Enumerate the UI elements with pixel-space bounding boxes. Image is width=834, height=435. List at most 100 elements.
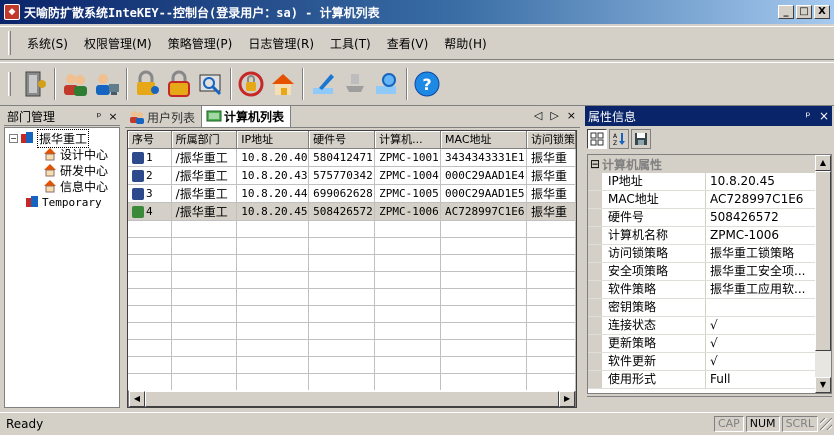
menu-permission[interactable]: 权限管理(M) — [76, 32, 160, 55]
svg-text:Z: Z — [613, 140, 617, 146]
empty-cell — [308, 237, 376, 255]
tree-node-temporary[interactable]: Temporary — [5, 194, 119, 210]
scroll-up-icon[interactable]: ▲ — [815, 155, 831, 171]
close-icon[interactable]: × — [106, 110, 120, 123]
empty-cell — [374, 237, 442, 255]
table-row[interactable]: 1/振华重工 10.8.20.40 580412471 ZPMC-1001 343434… — [128, 148, 577, 167]
col-header-no[interactable]: 序号 — [128, 131, 172, 149]
menu-system[interactable]: 系统(S) — [19, 32, 76, 55]
categorized-button[interactable] — [587, 129, 607, 149]
empty-row — [128, 373, 577, 391]
tree-node-design[interactable]: 设计中心 — [5, 146, 119, 162]
lock-key-button[interactable] — [131, 66, 163, 102]
prop-row[interactable]: 连接状态 √ — [588, 317, 831, 335]
title-bar: ◆ 天喻防扩散系统InteKEY--控制台(登录用户：sa) - 计算机列表 _… — [0, 0, 834, 24]
collapse-icon[interactable]: − — [9, 133, 18, 143]
computer-online-icon — [132, 205, 144, 218]
user-computer-button[interactable] — [91, 66, 123, 102]
cell-mac: AC728997C1E6 — [440, 202, 527, 221]
table-row[interactable]: 2/振华重工 10.8.20.43 575770342 ZPMC-1004 000C29… — [128, 166, 577, 185]
prop-row[interactable]: 计算机名称 ZPMC-1006 — [588, 227, 831, 245]
close-icon[interactable]: × — [816, 109, 832, 123]
home-icon — [43, 147, 57, 161]
prop-value: ZPMC-1006 — [710, 228, 780, 242]
menu-view[interactable]: 查看(V) — [379, 32, 437, 55]
cell-ip: 10.8.20.45 — [236, 202, 310, 221]
home-lock-button[interactable] — [267, 66, 299, 102]
maximize-button[interactable]: □ — [796, 5, 812, 19]
pen-edit-icon — [313, 74, 334, 94]
exit-button[interactable] — [19, 66, 51, 102]
prop-row[interactable]: MAC地址 AC728997C1E6 — [588, 191, 831, 209]
close-button[interactable]: X — [814, 5, 830, 19]
col-header-mac[interactable]: MAC地址 — [440, 131, 527, 149]
scroll-left-icon[interactable]: ◀ — [129, 391, 145, 407]
help-button[interactable]: ? — [411, 66, 443, 102]
grid-hscrollbar[interactable]: ◀ ▶ — [129, 390, 575, 407]
empty-cell — [128, 373, 172, 391]
prop-row[interactable]: 更新策略 √ — [588, 335, 831, 353]
menu-policy[interactable]: 策略管理(P) — [160, 32, 241, 55]
menu-grip[interactable] — [8, 31, 11, 55]
key-search-button[interactable] — [195, 66, 227, 102]
menu-help[interactable]: 帮助(H) — [436, 32, 494, 55]
categorized-icon — [590, 132, 604, 146]
col-header-ip[interactable]: IP地址 — [236, 131, 310, 149]
edit-policy-button[interactable] — [307, 66, 339, 102]
prop-row[interactable]: 密钥策略 — [588, 299, 831, 317]
minimize-button[interactable]: _ — [778, 5, 794, 19]
table-row[interactable]: 4/振华重工 10.8.20.45 508426572 ZPMC-1006 AC7289… — [128, 202, 577, 221]
col-header-pc[interactable]: 计算机... — [374, 131, 442, 149]
lock-button[interactable] — [163, 66, 195, 102]
cell-pc: ZPMC-1005 — [374, 184, 442, 203]
prop-row[interactable]: 硬件号 508426572 — [588, 209, 831, 227]
col-header-dept[interactable]: 所属部门 — [171, 131, 238, 149]
prop-row[interactable]: 软件策略 振华重工应用软... — [588, 281, 831, 299]
prop-row[interactable]: 安全项策略 振华重工安全项... — [588, 263, 831, 281]
users-button[interactable] — [59, 66, 91, 102]
tab-computer-list[interactable]: 计算机列表 — [201, 105, 292, 127]
prop-category[interactable]: ⊟ 计算机属性 — [588, 155, 831, 173]
empty-cell — [128, 237, 172, 255]
tab-user-list[interactable]: 用户列表 — [125, 107, 201, 127]
scroll-right-icon[interactable]: ▶ — [559, 391, 575, 407]
prop-value — [706, 299, 831, 316]
tab-prev-icon[interactable]: ◁ — [534, 109, 542, 122]
collapse-icon[interactable]: ⊟ — [588, 157, 602, 171]
scroll-down-icon[interactable]: ▼ — [815, 377, 831, 393]
props-vscrollbar[interactable]: ▲ ▼ — [815, 155, 831, 393]
lock-refresh-button[interactable] — [235, 66, 267, 102]
empty-cell — [236, 288, 310, 306]
prop-row[interactable]: 软件更新 √ — [588, 353, 831, 371]
tree-node-rnd[interactable]: 研发中心 — [5, 162, 119, 178]
col-header-lock[interactable]: 访问锁策 — [526, 131, 577, 149]
menu-log[interactable]: 日志管理(R) — [240, 32, 322, 55]
stamp-search-button[interactable] — [371, 66, 403, 102]
pin-icon[interactable]: ᵖ — [800, 109, 816, 123]
prop-gutter — [588, 263, 602, 280]
sort-az-button[interactable]: AZ — [609, 129, 629, 149]
empty-cell — [128, 356, 172, 374]
lock-refresh-icon — [238, 71, 264, 97]
stamp-button[interactable] — [339, 66, 371, 102]
empty-cell — [440, 254, 527, 272]
prop-row[interactable]: 访问锁策略 振华重工锁策略 — [588, 245, 831, 263]
toolbar-separator — [302, 68, 304, 100]
prop-row[interactable]: IP地址 10.8.20.45 — [588, 173, 831, 191]
tab-next-icon[interactable]: ▷ — [550, 109, 558, 122]
tree-node-info[interactable]: 信息中心 — [5, 178, 119, 194]
table-row[interactable]: 3/振华重工 10.8.20.44 699062628 ZPMC-1005 000C29… — [128, 184, 577, 203]
toolbar-grip[interactable] — [8, 72, 11, 96]
resize-grip[interactable] — [820, 418, 832, 430]
tab-close-icon[interactable]: × — [567, 109, 576, 122]
props-splitter[interactable] — [587, 396, 832, 406]
scroll-thumb[interactable] — [144, 391, 560, 407]
prop-row[interactable]: 使用形式 Full — [588, 371, 831, 389]
tree-node-root[interactable]: − 振华重工 — [5, 128, 119, 148]
scroll-thumb[interactable] — [815, 171, 831, 351]
col-header-hw[interactable]: 硬件号 — [308, 131, 376, 149]
menu-tools[interactable]: 工具(T) — [322, 32, 379, 55]
save-button[interactable] — [631, 129, 651, 149]
pin-icon[interactable]: ᵖ — [92, 110, 106, 123]
menu-bar: 系统(S) 权限管理(M) 策略管理(P) 日志管理(R) 工具(T) 查看(V… — [0, 26, 834, 60]
